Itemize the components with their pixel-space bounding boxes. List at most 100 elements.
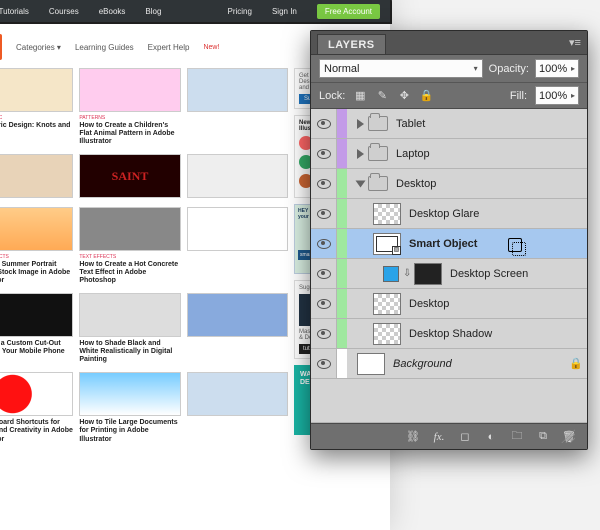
eye-icon [317, 269, 331, 279]
article-card[interactable]: How to Tile Large Documents for Printing… [79, 372, 180, 445]
fill-input[interactable]: 100%▸ [535, 86, 579, 105]
group-icon[interactable]: 🗀 [509, 429, 525, 445]
layer-color-swatch [337, 199, 347, 228]
visibility-toggle[interactable] [311, 139, 337, 168]
layer-group-tablet[interactable]: Tablet [311, 109, 587, 139]
layer-thumbnail [373, 323, 401, 345]
article-card[interactable]: SAINT [79, 154, 180, 201]
visibility-toggle[interactable] [311, 109, 337, 138]
layer-color-swatch [337, 349, 347, 378]
visibility-toggle[interactable] [311, 319, 337, 348]
lock-all-icon[interactable]: 🔒 [419, 89, 433, 103]
layer-thumbnail [414, 263, 442, 285]
eye-icon [317, 149, 331, 159]
visibility-toggle[interactable] [311, 169, 337, 198]
link-icon[interactable]: ⛓ [405, 429, 421, 445]
disclosure-triangle-icon[interactable] [357, 119, 364, 129]
article-card[interactable]: 3D Print a Custom Cut-Out Case for Your … [0, 293, 73, 366]
nav-blog[interactable]: Blog [145, 7, 161, 16]
subnav-help[interactable]: Expert Help [148, 43, 190, 52]
layer-desktop-shadow[interactable]: Desktop Shadow [311, 319, 587, 349]
lock-transparency-icon[interactable]: ▦ [353, 89, 367, 103]
eye-icon [317, 119, 331, 129]
visibility-toggle[interactable] [311, 289, 337, 318]
layer-color-swatch [337, 229, 347, 258]
adjustment-icon[interactable]: ◐ [483, 429, 499, 445]
layer-desktop-screen[interactable]: ⇩ Desktop Screen [311, 259, 587, 289]
article-card[interactable]: GeometricGeometric Design: Knots and Wea… [0, 68, 73, 148]
eye-icon [317, 329, 331, 339]
layer-color-swatch [337, 319, 347, 348]
layer-color-swatch [337, 169, 347, 198]
layer-background[interactable]: Background 🔒 [311, 349, 587, 379]
resize-grip-icon[interactable] [561, 429, 575, 443]
layer-desktop[interactable]: Desktop [311, 289, 587, 319]
opacity-label: Opacity: [489, 63, 529, 75]
nav-courses[interactable]: Courses [49, 7, 79, 16]
lock-pixels-icon[interactable]: ✎ [375, 89, 389, 103]
layer-color-swatch [337, 289, 347, 318]
new-layer-icon[interactable]: ⧉ [535, 429, 551, 445]
visibility-toggle[interactable] [311, 229, 337, 258]
layer-name[interactable]: Desktop [407, 298, 587, 310]
article-card[interactable] [187, 154, 288, 201]
subnav-categories[interactable]: Categories ▾ [16, 43, 61, 52]
layer-smart-object[interactable]: ▧ Smart Object [311, 229, 587, 259]
layer-name[interactable]: Desktop [394, 178, 587, 190]
article-card[interactable] [187, 293, 288, 366]
layer-group-desktop[interactable]: Desktop [311, 169, 587, 199]
site-logo[interactable] [0, 34, 2, 60]
layer-name[interactable]: Desktop Screen [448, 268, 587, 280]
article-card[interactable]: How to Shade Black and White Realistical… [79, 293, 180, 366]
subnav-guides[interactable]: Learning Guides [75, 43, 134, 52]
lock-label: Lock: [319, 90, 345, 102]
article-card[interactable]: PatternsHow to Create a Children's Flat … [79, 68, 180, 148]
disclosure-triangle-icon[interactable] [357, 149, 364, 159]
article-card[interactable]: Text EffectsHow to Create a Hot Concrete… [79, 207, 180, 287]
layer-group-laptop[interactable]: Laptop [311, 139, 587, 169]
opacity-input[interactable]: 100%▸ [535, 59, 579, 78]
article-card[interactable]: 20 Keyboard Shortcuts for Speed and Crea… [0, 372, 73, 445]
lock-position-icon[interactable]: ✥ [397, 89, 411, 103]
nav-free-account[interactable]: Free Account [317, 4, 380, 19]
layer-name[interactable]: Laptop [394, 148, 587, 160]
clip-indicator-icon: ⇩ [403, 268, 411, 280]
folder-icon [368, 176, 388, 191]
layers-panel: LAYERS ▾≡ Normal▾ Opacity: 100%▸ Lock: ▦… [310, 30, 588, 450]
layer-name[interactable]: Background [391, 358, 565, 370]
layer-color-swatch [337, 139, 347, 168]
layer-tree: Tablet Laptop Desktop Desktop Glare [311, 109, 587, 423]
layer-name[interactable]: Desktop Glare [407, 208, 587, 220]
disclosure-triangle-icon[interactable] [356, 180, 366, 187]
layer-name[interactable]: Tablet [394, 118, 587, 130]
nav-ebooks[interactable]: eBooks [99, 7, 126, 16]
fx-icon[interactable]: fx. [431, 429, 447, 445]
eye-icon [317, 209, 331, 219]
nav-pricing[interactable]: Pricing [228, 7, 252, 16]
layer-name[interactable]: Smart Object [407, 238, 587, 250]
layers-tab[interactable]: LAYERS [317, 34, 386, 54]
folder-icon [368, 146, 388, 161]
layer-thumbnail [373, 203, 401, 225]
panel-menu-icon[interactable]: ▾≡ [563, 30, 587, 54]
blend-mode-select[interactable]: Normal▾ [319, 59, 483, 78]
article-card[interactable] [0, 154, 73, 201]
visibility-toggle[interactable] [311, 349, 337, 378]
layer-thumbnail [373, 293, 401, 315]
eye-icon [317, 179, 331, 189]
layer-name[interactable]: Desktop Shadow [407, 328, 587, 340]
eye-icon [317, 359, 331, 369]
article-card[interactable] [187, 207, 288, 287]
layer-color-swatch [337, 259, 347, 288]
layer-desktop-glare[interactable]: Desktop Glare [311, 199, 587, 229]
nav-signin[interactable]: Sign In [272, 7, 297, 16]
mask-icon[interactable]: ◻ [457, 429, 473, 445]
article-card[interactable] [187, 372, 288, 445]
article-card[interactable] [187, 68, 288, 148]
visibility-toggle[interactable] [311, 259, 337, 288]
nav-free-tutorials[interactable]: Free Tutorials [0, 7, 29, 16]
site-topnav: Free Tutorials Courses eBooks Blog Prici… [0, 0, 390, 22]
visibility-toggle[interactable] [311, 199, 337, 228]
eye-icon [317, 299, 331, 309]
article-card[interactable]: Text EffectsCreate a Summer Portrait Fro… [0, 207, 73, 287]
